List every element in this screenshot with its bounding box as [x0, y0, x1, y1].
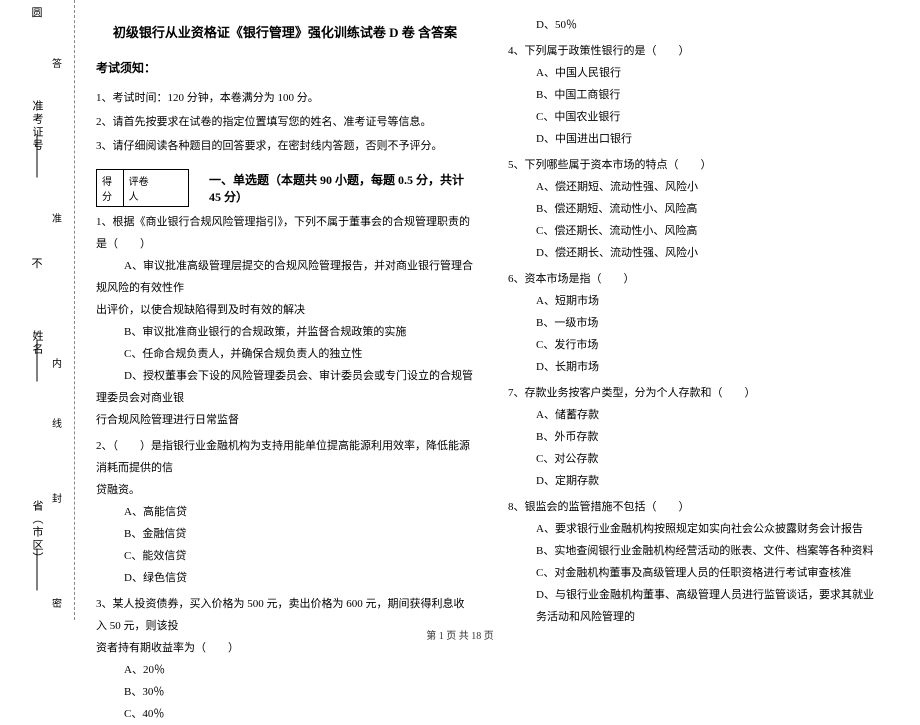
q6-opt-c: C、发行市场	[508, 334, 882, 356]
q5-opt-a: A、偿还期短、流动性强、风险小	[508, 176, 882, 198]
q5-opt-b: B、偿还期短、流动性小、风险高	[508, 198, 882, 220]
q6-opt-b: B、一级市场	[508, 312, 882, 334]
page-footer: 第 1 页 共 18 页	[0, 627, 920, 642]
question-6: 6、资本市场是指（ ） A、短期市场 B、一级市场 C、发行市场 D、长期市场	[508, 268, 882, 378]
section-1-title: 一、单选题（本题共 90 小题，每题 0.5 分，共计 45 分）	[209, 171, 474, 205]
gutter-label-xian: 线	[52, 415, 62, 430]
question-7: 7、存款业务按客户类型，分为个人存款和（ ） A、储蓄存款 B、外币存款 C、对…	[508, 382, 882, 492]
gutter-field-name: 姓名	[0, 330, 74, 365]
q1-stem: 1、根据《商业银行合规风险管理指引》，下列不属于董事会的合规管理职责的是（ ）	[96, 211, 474, 255]
gutter-label-zhun: 准	[52, 210, 62, 225]
binding-gutter: 圆 答 准考证号 准 不 姓名 内 线 省（市区） 封 密	[0, 0, 74, 620]
q1-opt-d-p2: 行合规风险管理进行日常监督	[96, 409, 474, 431]
q2-opt-a: A、高能信贷	[96, 501, 474, 523]
q6-opt-a: A、短期市场	[508, 290, 882, 312]
gutter-label-mi: 密	[52, 595, 62, 610]
q8-opt-c: C、对金融机构董事及高级管理人员的任职资格进行考试审查核准	[508, 562, 882, 584]
q7-opt-b: B、外币存款	[508, 426, 882, 448]
q5-opt-d: D、偿还期长、流动性强、风险小	[508, 242, 882, 264]
q7-stem: 7、存款业务按客户类型，分为个人存款和（ ）	[508, 382, 882, 404]
q2-stem-p1: 2、（ ）是指银行业金融机构为支持用能单位提高能源利用效率，降低能源消耗而提供的…	[96, 435, 474, 479]
notice-3: 3、请仔细阅读各种题目的回答要求，在密封线内答题，否则不予评分。	[96, 134, 474, 158]
notice-2: 2、请首先按要求在试卷的指定位置填写您的姓名、准考证号等信息。	[96, 110, 474, 134]
question-3: 3、某人投资债券，买入价格为 500 元，卖出价格为 600 元，期间获得利息收…	[96, 593, 474, 725]
q3-opt-b: B、30％	[96, 681, 474, 703]
q2-stem-p2: 贷融资。	[96, 479, 474, 501]
q8-opt-d: D、与银行业金融机构董事、高级管理人员进行监管谈话，要求其就业务活动和风险管理的	[508, 584, 882, 628]
q3-opt-d: D、50％	[508, 14, 882, 36]
q1-opt-a-p2: 出评价，以使合规缺陷得到及时有效的解决	[96, 299, 474, 321]
q5-stem: 5、下列哪些属于资本市场的特点（ ）	[508, 154, 882, 176]
q4-opt-b: B、中国工商银行	[508, 84, 882, 106]
q1-opt-a-p1: A、审议批准高级管理层提交的合规风险管理报告，并对商业银行管理合规风险的有效性作	[96, 255, 474, 299]
q8-opt-b: B、实地查阅银行业金融机构经营活动的账表、文件、档案等各种资料	[508, 540, 882, 562]
question-8: 8、银监会的监管措施不包括（ ） A、要求银行业金融机构按照规定如实向社会公众披…	[508, 496, 882, 628]
q7-opt-a: A、储蓄存款	[508, 404, 882, 426]
q2-opt-d: D、绿色信贷	[96, 567, 474, 589]
q2-opt-b: B、金融信贷	[96, 523, 474, 545]
question-1: 1、根据《商业银行合规风险管理指引》，下列不属于董事会的合规管理职责的是（ ） …	[96, 211, 474, 431]
q5-opt-c: C、偿还期长、流动性小、风险高	[508, 220, 882, 242]
q8-opt-a: A、要求银行业金融机构按照规定如实向社会公众披露财务会计报告	[508, 518, 882, 540]
gutter-label-feng: 封	[52, 490, 62, 505]
q1-opt-b: B、审议批准商业银行的合规政策，并监督合规政策的实施	[96, 321, 474, 343]
score-cell-grader: 评卷人	[124, 170, 188, 206]
question-4: 4、下列属于政策性银行的是（ ） A、中国人民银行 B、中国工商银行 C、中国农…	[508, 40, 882, 150]
q7-opt-c: C、对公存款	[508, 448, 882, 470]
gutter-top-char: 圆	[0, 4, 74, 20]
q4-opt-a: A、中国人民银行	[508, 62, 882, 84]
gutter-label-bu: 不	[0, 255, 74, 271]
q4-opt-d: D、中国进出口银行	[508, 128, 882, 150]
notice-heading: 考试须知：	[96, 59, 474, 76]
score-box: 得分 评卷人	[96, 169, 189, 207]
gutter-label-da: 答	[52, 55, 62, 70]
q6-stem: 6、资本市场是指（ ）	[508, 268, 882, 290]
question-2: 2、（ ）是指银行业金融机构为支持用能单位提高能源利用效率，降低能源消耗而提供的…	[96, 435, 474, 589]
column-right: D、50％ 4、下列属于政策性银行的是（ ） A、中国人民银行 B、中国工商银行…	[498, 12, 900, 620]
q2-opt-c: C、能效信贷	[96, 545, 474, 567]
score-cell-score: 得分	[97, 170, 124, 206]
gutter-label-nei: 内	[52, 355, 62, 370]
q1-opt-d-p1: D、授权董事会下设的风险管理委员会、审计委员会或专门设立的合规管理委员会对商业银	[96, 365, 474, 409]
q7-opt-d: D、定期存款	[508, 470, 882, 492]
gutter-field-exam-id: 准考证号	[0, 100, 74, 161]
q8-stem: 8、银监会的监管措施不包括（ ）	[508, 496, 882, 518]
gutter-field-province: 省（市区）	[0, 500, 74, 574]
q1-opt-c: C、任命合规负责人，并确保合规负责人的独立性	[96, 343, 474, 365]
q3-opt-c: C、40％	[96, 703, 474, 725]
q4-stem: 4、下列属于政策性银行的是（ ）	[508, 40, 882, 62]
column-left: 初级银行从业资格证《银行管理》强化训练试卷 D 卷 含答案 考试须知： 1、考试…	[96, 12, 498, 620]
exam-title: 初级银行从业资格证《银行管理》强化训练试卷 D 卷 含答案	[96, 22, 474, 41]
q6-opt-d: D、长期市场	[508, 356, 882, 378]
q4-opt-c: C、中国农业银行	[508, 106, 882, 128]
question-5: 5、下列哪些属于资本市场的特点（ ） A、偿还期短、流动性强、风险小 B、偿还期…	[508, 154, 882, 264]
q3-opt-a: A、20％	[96, 659, 474, 681]
notice-1: 1、考试时间：120 分钟，本卷满分为 100 分。	[96, 86, 474, 110]
